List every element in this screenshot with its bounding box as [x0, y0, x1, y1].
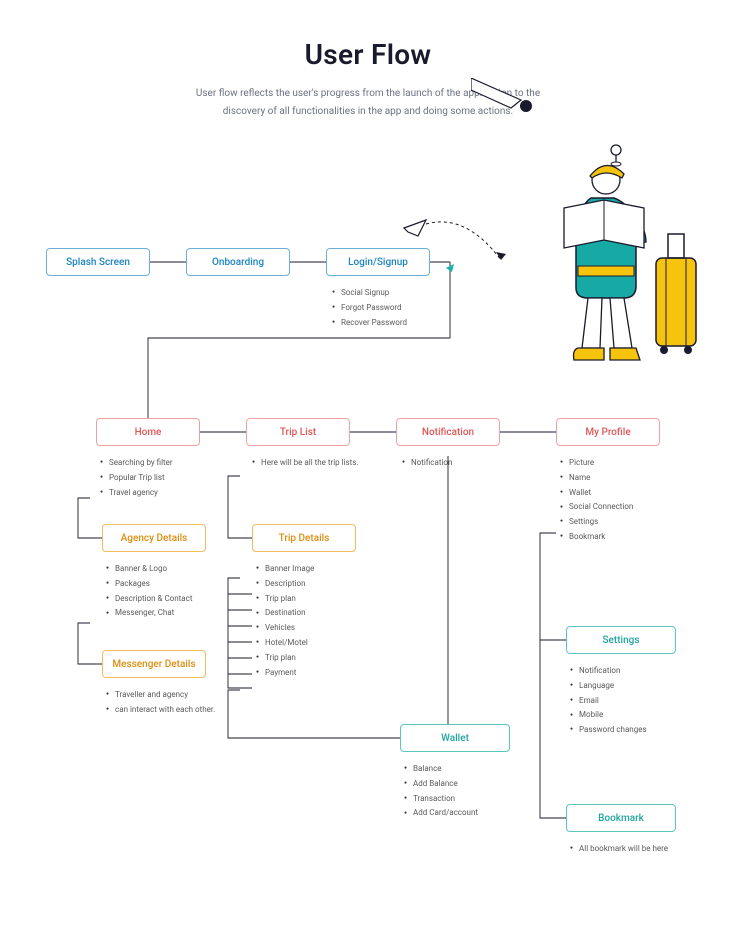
- node-onboarding: Onboarding: [186, 248, 290, 276]
- bullets-messenger: Traveller and agencycan interact with ea…: [106, 688, 215, 718]
- bullets-trip-list: Here will be all the trip lists.: [252, 456, 359, 471]
- node-splash-screen: Splash Screen: [46, 248, 150, 276]
- bullets-trip-details: Banner ImageDescriptionTrip planDestinat…: [256, 562, 314, 680]
- bullets-agency-details: Banner & LogoPackagesDescription & Conta…: [106, 562, 192, 621]
- bullets-home: Searching by filterPopular Trip listTrav…: [100, 456, 173, 500]
- node-trip-list: Trip List: [246, 418, 350, 446]
- node-bookmark: Bookmark: [566, 804, 676, 832]
- bullets-my-profile: PictureNameWalletSocial ConnectionSettin…: [560, 456, 633, 545]
- page-title: User Flow: [0, 38, 736, 71]
- bullets-wallet: BalanceAdd BalanceTransactionAdd Card/ac…: [404, 762, 478, 821]
- traveler-illustration: [506, 138, 706, 368]
- node-agency-details: Agency Details: [102, 524, 206, 552]
- bullets-notification: Notification: [402, 456, 452, 471]
- bullets-settings: NotificationLanguageEmailMobilePassword …: [570, 664, 647, 738]
- node-home: Home: [96, 418, 200, 446]
- node-notification: Notification: [396, 418, 500, 446]
- node-settings: Settings: [566, 626, 676, 654]
- bullets-login: Social SignupForgot PasswordRecover Pass…: [332, 286, 407, 330]
- node-messenger-details: Messenger Details: [102, 650, 206, 678]
- node-wallet: Wallet: [400, 724, 510, 752]
- hand-pointer-illustration: [471, 78, 541, 118]
- node-my-profile: My Profile: [556, 418, 660, 446]
- bullets-bookmark: All bookmark will be here: [570, 842, 668, 857]
- node-trip-details: Trip Details: [252, 524, 356, 552]
- paper-plane-illustration: [396, 218, 516, 278]
